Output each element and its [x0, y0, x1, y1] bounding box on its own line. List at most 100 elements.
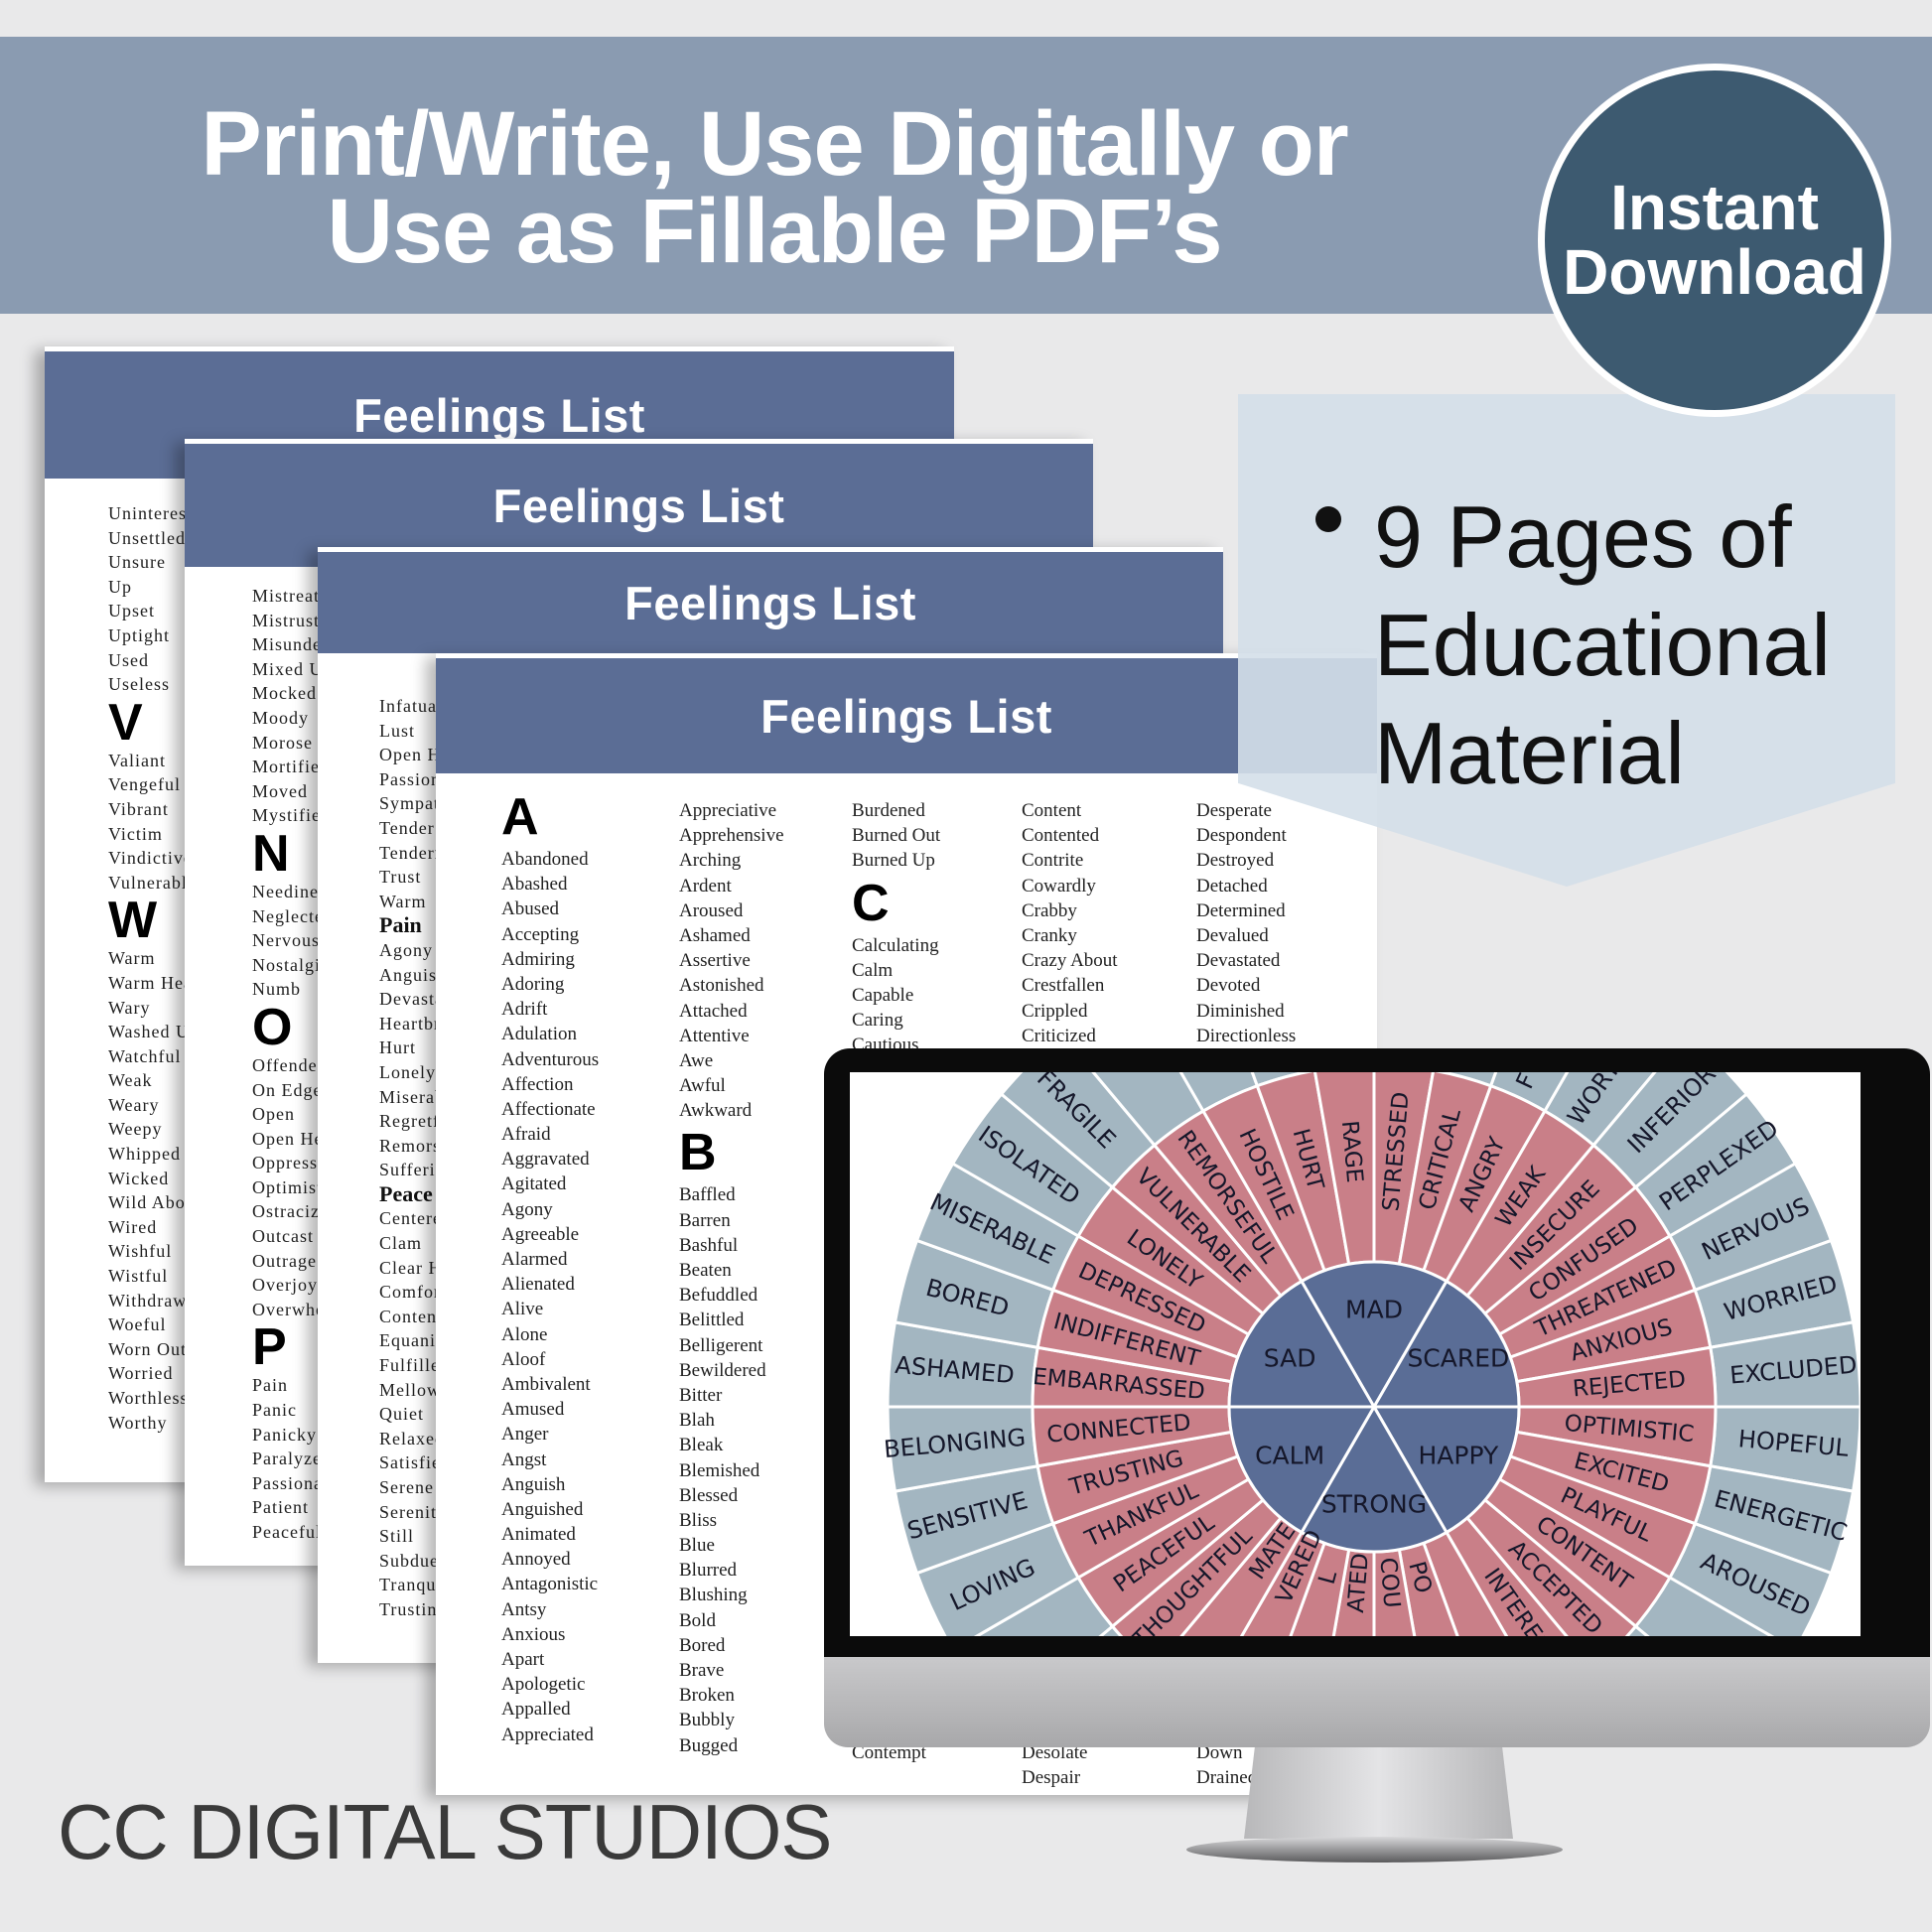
feeling-word: Antagonistic — [501, 1574, 599, 1595]
feeling-word: Agitated — [501, 1173, 567, 1195]
feeling-word: Wishful — [108, 1241, 173, 1262]
feeling-word: Alienated — [501, 1274, 575, 1296]
feeling-word: Barren — [679, 1209, 731, 1231]
monitor-chin — [824, 1657, 1930, 1747]
letter-heading: C — [852, 874, 890, 932]
feeling-word: Awkward — [679, 1100, 753, 1122]
feeling-word: Blurred — [679, 1560, 738, 1582]
feeling-word: Unsettled — [108, 527, 186, 548]
feeling-word: Calculating — [852, 934, 939, 956]
feeling-word: Despondent — [1196, 825, 1287, 847]
feeling-word: Bliss — [679, 1509, 718, 1531]
monitor-bezel: OPTIMISTIC EXCITED PLAYFUL CONTENT ACCEPTED I… — [824, 1048, 1930, 1657]
feeling-word: Bold — [679, 1609, 716, 1631]
badge-line-1: Instant — [1610, 171, 1819, 243]
feeling-word: Abused — [501, 898, 560, 920]
feeling-word: Adventurous — [501, 1048, 600, 1070]
feeling-word: Awe — [679, 1049, 714, 1071]
word-column: Appreciative Apprehensive Arching Ardent Aro… — [679, 798, 784, 1758]
middle-ring-label: RAGE — [1336, 1120, 1367, 1184]
feeling-word: Alive — [501, 1299, 544, 1320]
feeling-word: Assertive — [679, 950, 751, 972]
feeling-word: Awful — [679, 1075, 726, 1097]
page-header: Feelings List — [436, 658, 1377, 773]
feeling-word: Despair — [1022, 1767, 1081, 1789]
feeling-word: Aroused — [679, 899, 744, 921]
feeling-word: Bleak — [679, 1435, 724, 1456]
word-column-bottom: Desolate Despair — [1022, 1740, 1087, 1790]
feeling-word: Warm — [108, 948, 156, 969]
feeling-word: Weak — [108, 1070, 153, 1091]
feeling-word: Belittled — [679, 1310, 745, 1331]
feeling-word: Crippled — [1022, 1000, 1088, 1022]
feeling-word: Uninterest — [108, 503, 193, 523]
core-emotion-label: MAD — [1345, 1296, 1403, 1324]
feeling-word: Apologetic — [501, 1674, 586, 1696]
feeling-word: Vibrant — [108, 798, 169, 819]
feeling-word: Anguish — [501, 1473, 566, 1495]
feeling-word: Withdrawn — [108, 1290, 198, 1311]
feeling-word: Amused — [501, 1399, 565, 1421]
feature-text-line: Educational — [1374, 596, 1831, 694]
feeling-word: Brave — [679, 1660, 725, 1681]
feeling-word: Accepting — [501, 923, 580, 945]
feeling-word: Whipped — [108, 1144, 181, 1165]
feeling-word: Worried — [108, 1363, 174, 1384]
feeling-word: Devastated — [1196, 950, 1281, 972]
letter-heading: B — [679, 1124, 717, 1182]
feeling-word: Blah — [679, 1410, 715, 1432]
banner-title-line-1: Print/Write, Use Digitally or — [201, 93, 1348, 195]
feeling-word: Contrite — [1022, 850, 1084, 872]
feeling-word: Anguished — [501, 1498, 584, 1520]
feeling-word: Criticized — [1022, 1025, 1096, 1046]
letter-heading: A — [501, 788, 539, 846]
feeling-word: Antsy — [501, 1598, 547, 1620]
brand-name: CC DIGITAL STUDIOS — [58, 1788, 832, 1875]
feeling-word: Angst — [501, 1449, 547, 1470]
letter-heading: W — [108, 892, 158, 950]
feeling-word: Upset — [108, 601, 155, 621]
word-column: Uninterest Unsettled Unsure Up Upset Uptight U… — [108, 501, 197, 1435]
feeling-word: Appreciated — [501, 1724, 594, 1745]
feeling-word: Crestfallen — [1022, 975, 1105, 997]
feeling-word: Alone — [501, 1323, 548, 1345]
feeling-word: Up — [108, 576, 132, 597]
feature-text-line: 9 Pages of — [1374, 487, 1792, 586]
feeling-word: Wired — [108, 1216, 158, 1237]
feeling-word: Watchful — [108, 1045, 182, 1066]
feeling-word: Arching — [679, 850, 742, 872]
feeling-word: Alarmed — [501, 1249, 568, 1270]
feeling-word: Burned Out — [852, 825, 941, 847]
letter-heading: V — [108, 693, 143, 752]
feeling-word: Vengeful — [108, 774, 181, 795]
feeling-word: Baffled — [679, 1184, 736, 1206]
feeling-word: Worthless — [108, 1388, 189, 1408]
feeling-word: Vindictive — [108, 848, 193, 869]
feeling-word: Worn Out — [108, 1338, 188, 1359]
feeling-word: Content — [1022, 800, 1082, 821]
feeling-word: Wild Abou — [108, 1192, 196, 1213]
feeling-word: Appalled — [501, 1699, 571, 1721]
feeling-word: Affection — [501, 1073, 574, 1095]
word-column-bottom: Down Drained — [1196, 1740, 1257, 1790]
feelings-wheel: OPTIMISTICEXCITEDPLAYFULCONTENTACCEPTEDI… — [883, 1072, 1861, 1636]
word-column: Burdened Burned Out Burned Up C Calculating C… — [852, 798, 940, 1058]
feeling-word: Admiring — [501, 948, 575, 970]
feeling-word: Cowardly — [1022, 875, 1096, 897]
feeling-word: Devoted — [1196, 975, 1261, 997]
feeling-word: Caring — [852, 1010, 903, 1032]
feeling-word: Victim — [108, 823, 163, 844]
feeling-word: Blemished — [679, 1459, 760, 1481]
feeling-word: Agreeable — [501, 1223, 580, 1245]
feeling-word: Anxious — [501, 1623, 566, 1645]
feeling-word: Beaten — [679, 1260, 732, 1281]
feeling-word: Bitter — [679, 1384, 723, 1406]
feeling-word: Attentive — [679, 1025, 750, 1046]
feeling-word: Diminished — [1196, 1000, 1285, 1022]
feeling-word: Used — [108, 649, 149, 670]
feeling-word: Determined — [1196, 899, 1286, 921]
word-column: Desperate Despondent Destroyed Detached Dete… — [1196, 798, 1296, 1048]
feeling-word: Abandoned — [501, 849, 589, 870]
core-emotion-label: SAD — [1264, 1344, 1316, 1373]
core-emotion-label: SCARED — [1407, 1344, 1509, 1373]
